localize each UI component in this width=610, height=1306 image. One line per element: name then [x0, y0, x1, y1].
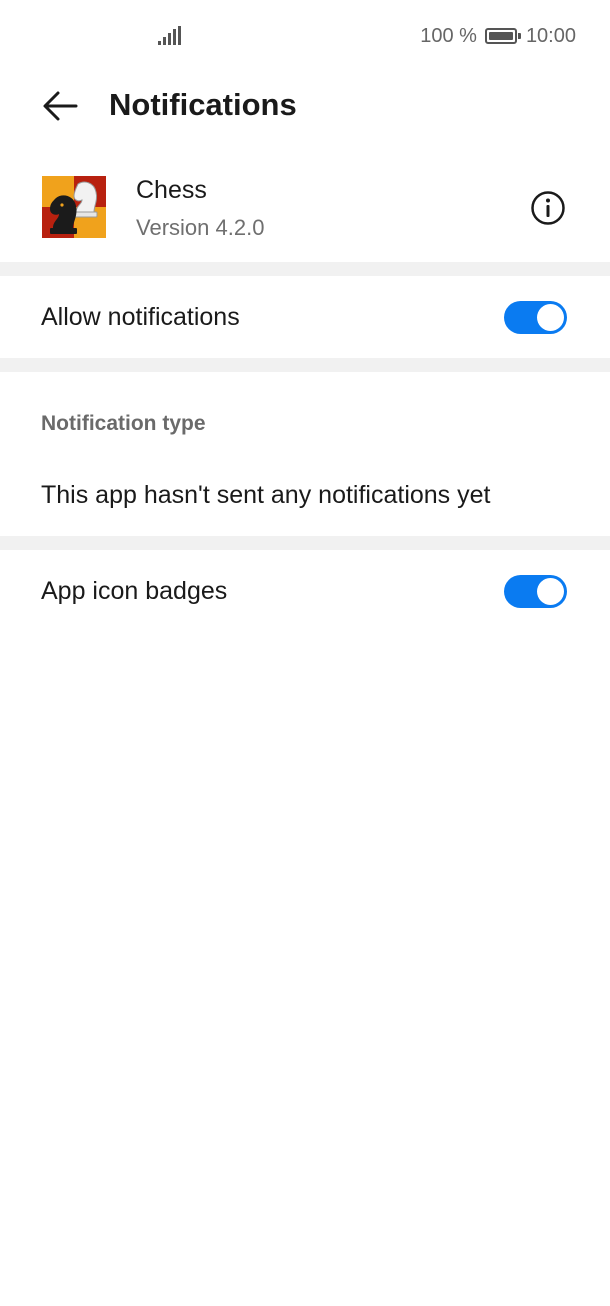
- app-icon-badges-row[interactable]: App icon badges: [0, 550, 610, 632]
- signal-icon: [158, 26, 181, 45]
- app-info-row: Chess Version 4.2.0: [0, 160, 610, 260]
- no-notifications-message: This app hasn't sent any notifications y…: [41, 481, 491, 509]
- allow-notifications-toggle[interactable]: [504, 301, 567, 334]
- status-bar: 100 % 10:00: [0, 0, 610, 72]
- back-arrow-icon[interactable]: [40, 88, 80, 124]
- allow-notifications-label: Allow notifications: [41, 303, 240, 331]
- battery-percent: 100 %: [420, 24, 477, 47]
- chess-app-icon: [42, 176, 106, 238]
- battery-icon: [484, 28, 521, 44]
- page-title: Notifications: [109, 87, 297, 122]
- notification-type-header: Notification type: [41, 412, 206, 435]
- section-divider: [0, 536, 610, 550]
- status-right: 100 % 10:00: [420, 24, 576, 48]
- clock: 10:00: [525, 24, 576, 47]
- toggle-knob: [537, 578, 564, 605]
- section-divider: [0, 358, 610, 372]
- app-version: Version 4.2.0: [136, 215, 265, 240]
- app-icon-badges-label: App icon badges: [41, 577, 228, 605]
- info-icon[interactable]: [530, 190, 566, 226]
- section-divider: [0, 262, 610, 276]
- header: Notifications: [0, 72, 610, 142]
- allow-notifications-row[interactable]: Allow notifications: [0, 276, 610, 358]
- app-name: Chess: [136, 176, 207, 204]
- toggle-knob: [537, 304, 564, 331]
- app-icon-badges-toggle[interactable]: [504, 575, 567, 608]
